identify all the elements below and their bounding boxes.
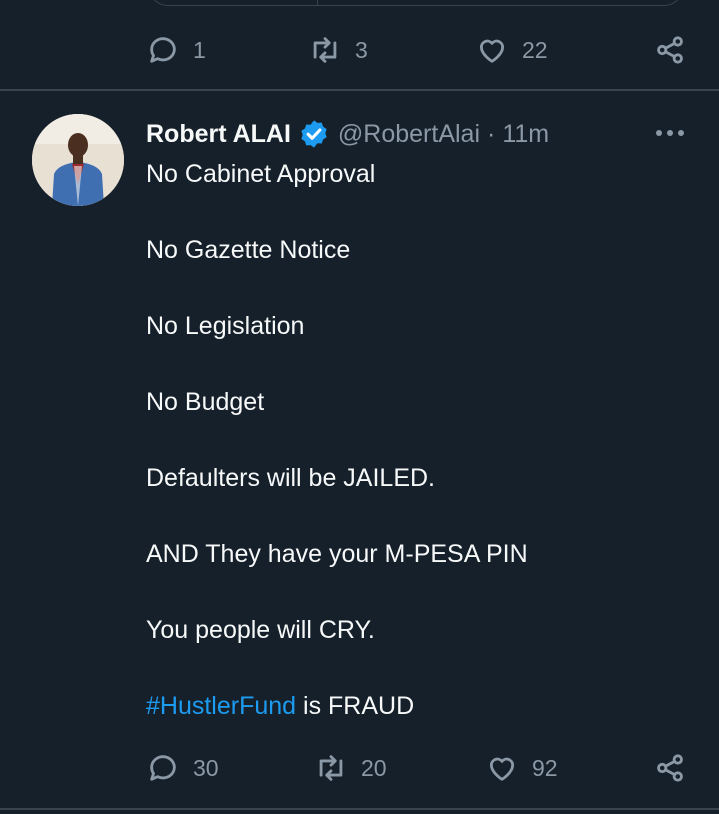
tweet-line-rest: is FRAUD bbox=[296, 692, 415, 720]
tweet-line: You people will CRY. bbox=[146, 616, 375, 644]
reply-button[interactable]: 30 bbox=[146, 748, 219, 788]
header-separator: · bbox=[487, 119, 496, 148]
share-icon bbox=[657, 36, 683, 64]
previous-tweet-embed-card[interactable] bbox=[148, 0, 684, 6]
tweet-header: Robert ALAI @RobertAlai · 11m bbox=[146, 116, 549, 152]
verified-badge-icon bbox=[301, 120, 327, 148]
reply-icon bbox=[150, 755, 176, 781]
tweet-line: No Gazette Notice bbox=[146, 236, 351, 264]
like-icon bbox=[489, 757, 515, 781]
tweet-line: Defaulters will be JAILED. bbox=[146, 464, 436, 492]
previous-tweet-action-bar: 1 3 22 bbox=[0, 30, 719, 70]
reply-icon bbox=[150, 37, 176, 63]
retweet-count: 20 bbox=[361, 754, 387, 781]
like-count: 92 bbox=[532, 754, 558, 781]
reply-count: 1 bbox=[193, 36, 206, 63]
retweet-button[interactable]: 20 bbox=[314, 748, 387, 788]
tweet-line: No Budget bbox=[146, 388, 265, 416]
share-icon bbox=[657, 754, 683, 782]
like-icon bbox=[479, 39, 505, 63]
share-button[interactable] bbox=[653, 30, 687, 70]
like-count: 22 bbox=[522, 36, 548, 63]
author-handle[interactable]: @RobertAlai bbox=[338, 120, 480, 149]
retweet-icon bbox=[313, 37, 337, 63]
like-button[interactable]: 92 bbox=[485, 748, 558, 788]
author-name[interactable]: Robert ALAI bbox=[146, 120, 291, 149]
tweet-line: AND They have your M-PESA PIN bbox=[146, 540, 528, 568]
tweet-timestamp[interactable]: 11m bbox=[502, 120, 549, 149]
tweet-line: No Cabinet Approval bbox=[146, 160, 376, 188]
profile-photo bbox=[32, 114, 124, 206]
retweet-count: 3 bbox=[355, 36, 368, 63]
embed-divider bbox=[317, 0, 318, 5]
reply-button[interactable]: 1 bbox=[146, 30, 206, 70]
retweet-button[interactable]: 3 bbox=[308, 30, 368, 70]
tweet-line: No Legislation bbox=[146, 312, 305, 340]
share-button[interactable] bbox=[653, 748, 687, 788]
reply-count: 30 bbox=[193, 754, 219, 781]
tweet-separator bbox=[0, 89, 719, 91]
retweet-icon bbox=[319, 755, 343, 781]
tweet-last-line: #HustlerFund is FRAUD bbox=[146, 692, 414, 721]
tweet-action-bar: 30 20 92 bbox=[0, 748, 719, 788]
like-button[interactable]: 22 bbox=[475, 30, 548, 70]
tweet-separator-bottom bbox=[0, 808, 719, 810]
more-icon[interactable] bbox=[654, 128, 686, 138]
hashtag-link[interactable]: #HustlerFund bbox=[146, 692, 296, 720]
avatar[interactable] bbox=[32, 114, 124, 206]
